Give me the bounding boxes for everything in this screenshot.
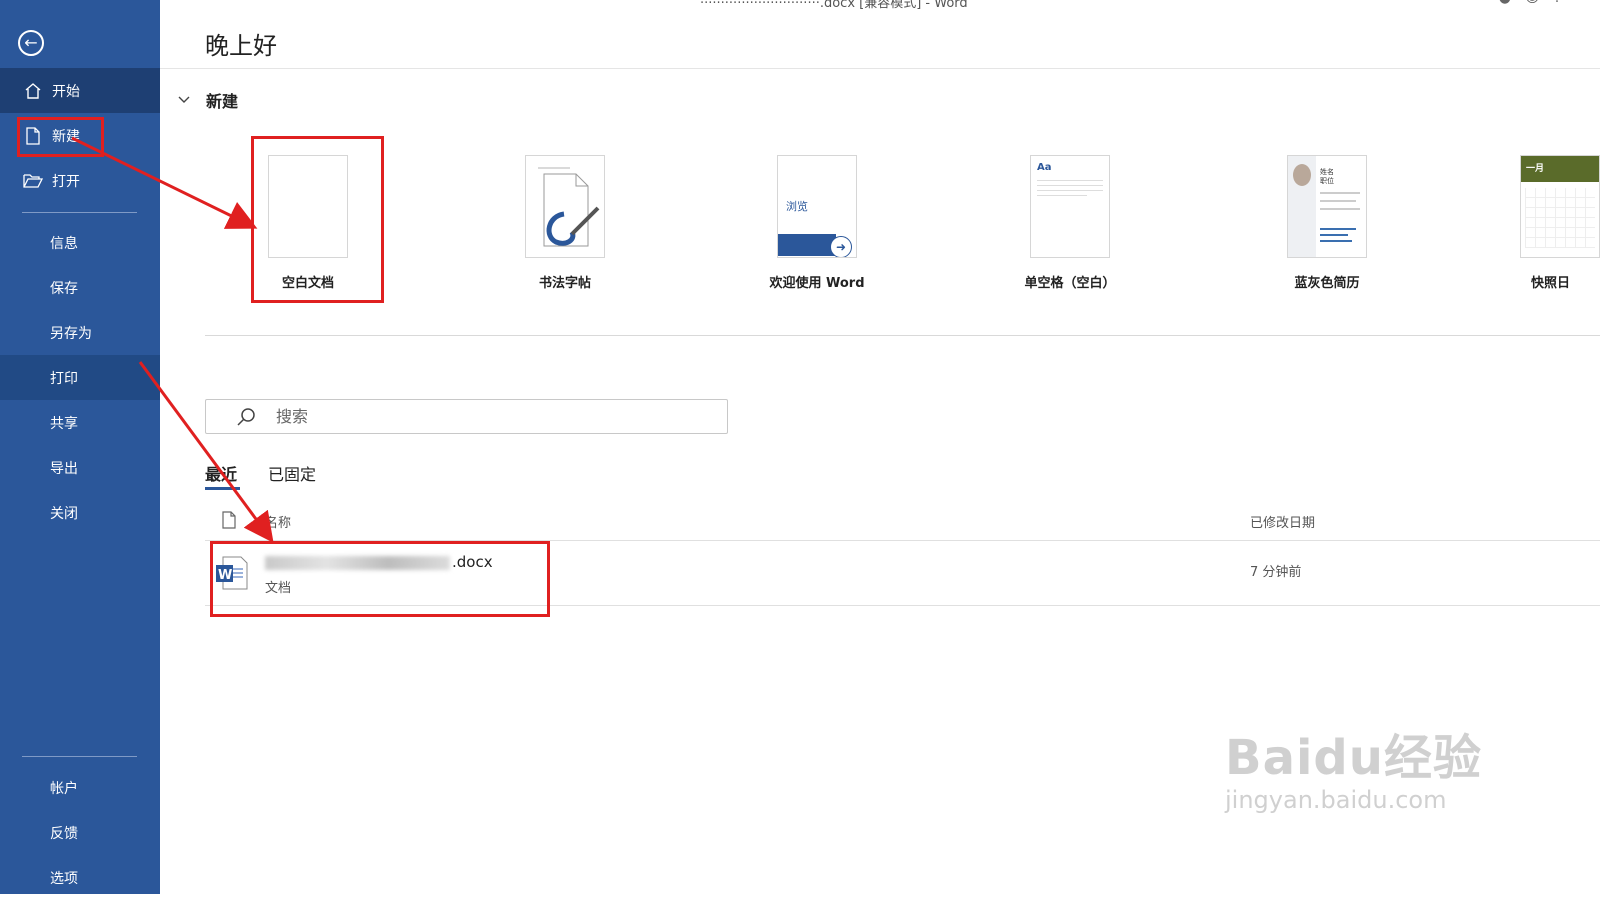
open-folder-icon xyxy=(22,173,44,189)
chevron-down-icon xyxy=(178,93,198,107)
section-title: 新建 xyxy=(206,92,239,111)
template-welcome-word[interactable]: 浏览 ➜ 欢迎使用 Word xyxy=(747,155,887,291)
file-type-icon xyxy=(222,511,236,533)
back-button[interactable]: ← xyxy=(18,30,44,56)
back-arrow-icon: ← xyxy=(24,33,38,52)
sidebar-item-label: 信息 xyxy=(50,235,78,252)
recent-file-row[interactable]: W .docx 文档 7 分钟前 xyxy=(205,541,1600,605)
thumbnail-text: 一月 xyxy=(1526,164,1545,174)
sidebar-item-label: 选项 xyxy=(50,870,78,887)
sidebar-item-label: 开始 xyxy=(52,83,80,100)
template-blue-gray-resume[interactable]: 姓名 职位 蓝灰色简历 xyxy=(1257,155,1397,291)
title-bar-controls: ● ☺ ? – xyxy=(1499,0,1582,6)
minimize-icon[interactable]: – xyxy=(1575,0,1582,6)
template-thumbnail: 姓名 职位 xyxy=(1287,155,1367,258)
template-calligraphy[interactable]: 书法字帖 xyxy=(495,155,635,291)
sidebar-item-export[interactable]: 导出 xyxy=(0,445,160,490)
file-type: 文档 xyxy=(265,581,292,596)
template-name: 快照日 xyxy=(1531,276,1571,291)
smiley-icon[interactable]: ☺ xyxy=(1525,0,1540,6)
arrow-right-icon: ➜ xyxy=(830,236,852,257)
template-thumbnail: 一月 xyxy=(1520,155,1600,258)
window-title: ·····························.docx [兼容模式… xyxy=(700,0,968,11)
template-single-spaced[interactable]: Aa 单空格（空白） xyxy=(1000,155,1140,291)
template-snapshot-calendar[interactable]: 一月 快照日 xyxy=(1509,155,1600,291)
new-section-toggle[interactable]: 新建 xyxy=(178,88,238,112)
search-box[interactable] xyxy=(205,399,728,434)
template-thumbnail xyxy=(525,155,605,258)
sidebar-item-account[interactable]: 帐户 xyxy=(0,765,160,810)
watermark-logo-text: Baidu经验 xyxy=(1225,730,1482,786)
svg-text:W: W xyxy=(218,568,232,583)
sidebar-item-label: 打印 xyxy=(50,370,78,387)
thumbnail-text: 浏览 xyxy=(786,200,808,213)
sidebar-item-label: 新建 xyxy=(52,128,80,145)
sidebar-divider xyxy=(22,756,137,757)
home-icon xyxy=(22,82,44,100)
sidebar-item-label: 另存为 xyxy=(50,325,92,342)
header-divider xyxy=(160,68,1600,69)
thumbnail-text: Aa xyxy=(1037,162,1052,173)
sidebar-item-open[interactable]: 打开 xyxy=(0,158,160,203)
template-name: 书法字帖 xyxy=(538,276,591,291)
sidebar-item-label: 帐户 xyxy=(50,780,78,797)
sidebar-item-info[interactable]: 信息 xyxy=(0,220,160,265)
backstage-sidebar: ← 开始 新建 打开 信息 保存 另存为 打印 共享 导出 关闭 帐户 反馈 选… xyxy=(0,0,160,894)
watermark: Baidu经验 jingyan.baidu.com xyxy=(1225,718,1482,814)
sidebar-divider xyxy=(22,212,137,213)
sidebar-item-new[interactable]: 新建 xyxy=(0,113,160,158)
new-document-icon xyxy=(22,126,44,145)
sidebar-item-options[interactable]: 选项 xyxy=(0,855,160,900)
sidebar-item-label: 保存 xyxy=(50,280,78,297)
sidebar-item-label: 反馈 xyxy=(50,825,78,842)
help-icon[interactable]: ? xyxy=(1554,0,1561,6)
file-modified-date: 7 分钟前 xyxy=(1250,565,1302,580)
template-name: 蓝灰色简历 xyxy=(1294,276,1360,291)
template-name: 欢迎使用 Word xyxy=(769,276,865,291)
sidebar-item-label: 打开 xyxy=(52,173,80,190)
sidebar-item-feedback[interactable]: 反馈 xyxy=(0,810,160,855)
word-document-icon: W xyxy=(215,555,249,595)
file-extension: .docx xyxy=(452,553,493,571)
watermark-url: jingyan.baidu.com xyxy=(1225,786,1447,814)
tab-recent[interactable]: 最近 xyxy=(205,461,237,485)
thumbnail-text: 姓名 职位 xyxy=(1320,168,1334,185)
template-thumbnail xyxy=(268,155,348,258)
sidebar-item-label: 关闭 xyxy=(50,505,78,522)
template-name: 空白文档 xyxy=(281,276,334,291)
sidebar-item-save[interactable]: 保存 xyxy=(0,265,160,310)
sidebar-item-label: 共享 xyxy=(50,415,78,432)
column-header-name[interactable]: 名称 xyxy=(265,512,291,531)
template-thumbnail: Aa xyxy=(1030,155,1110,258)
active-tab-indicator xyxy=(205,487,240,490)
redacted-filename xyxy=(265,555,450,570)
column-header-modified[interactable]: 已修改日期 xyxy=(1250,512,1315,531)
search-icon xyxy=(236,407,256,427)
template-name: 单空格（空白） xyxy=(1024,276,1116,291)
annotation-arrows xyxy=(71,136,274,543)
page-title: 晚上好 xyxy=(205,32,277,60)
row-divider xyxy=(205,605,1600,606)
tab-pinned[interactable]: 已固定 xyxy=(268,461,316,485)
user-icon[interactable]: ● xyxy=(1499,0,1511,6)
file-name: .docx xyxy=(265,553,493,571)
sidebar-item-save-as[interactable]: 另存为 xyxy=(0,310,160,355)
sidebar-item-label: 导出 xyxy=(50,460,78,477)
template-blank-document[interactable]: 空白文档 xyxy=(238,155,378,291)
sidebar-item-close[interactable]: 关闭 xyxy=(0,490,160,535)
sidebar-item-print[interactable]: 打印 xyxy=(0,355,160,400)
template-thumbnail: 浏览 ➜ xyxy=(777,155,857,258)
search-input[interactable] xyxy=(274,406,698,427)
sidebar-item-home[interactable]: 开始 xyxy=(0,68,160,113)
sidebar-item-share[interactable]: 共享 xyxy=(0,400,160,445)
avatar xyxy=(1293,164,1311,186)
section-divider xyxy=(205,335,1600,336)
calligraphy-brush-icon xyxy=(538,167,600,247)
